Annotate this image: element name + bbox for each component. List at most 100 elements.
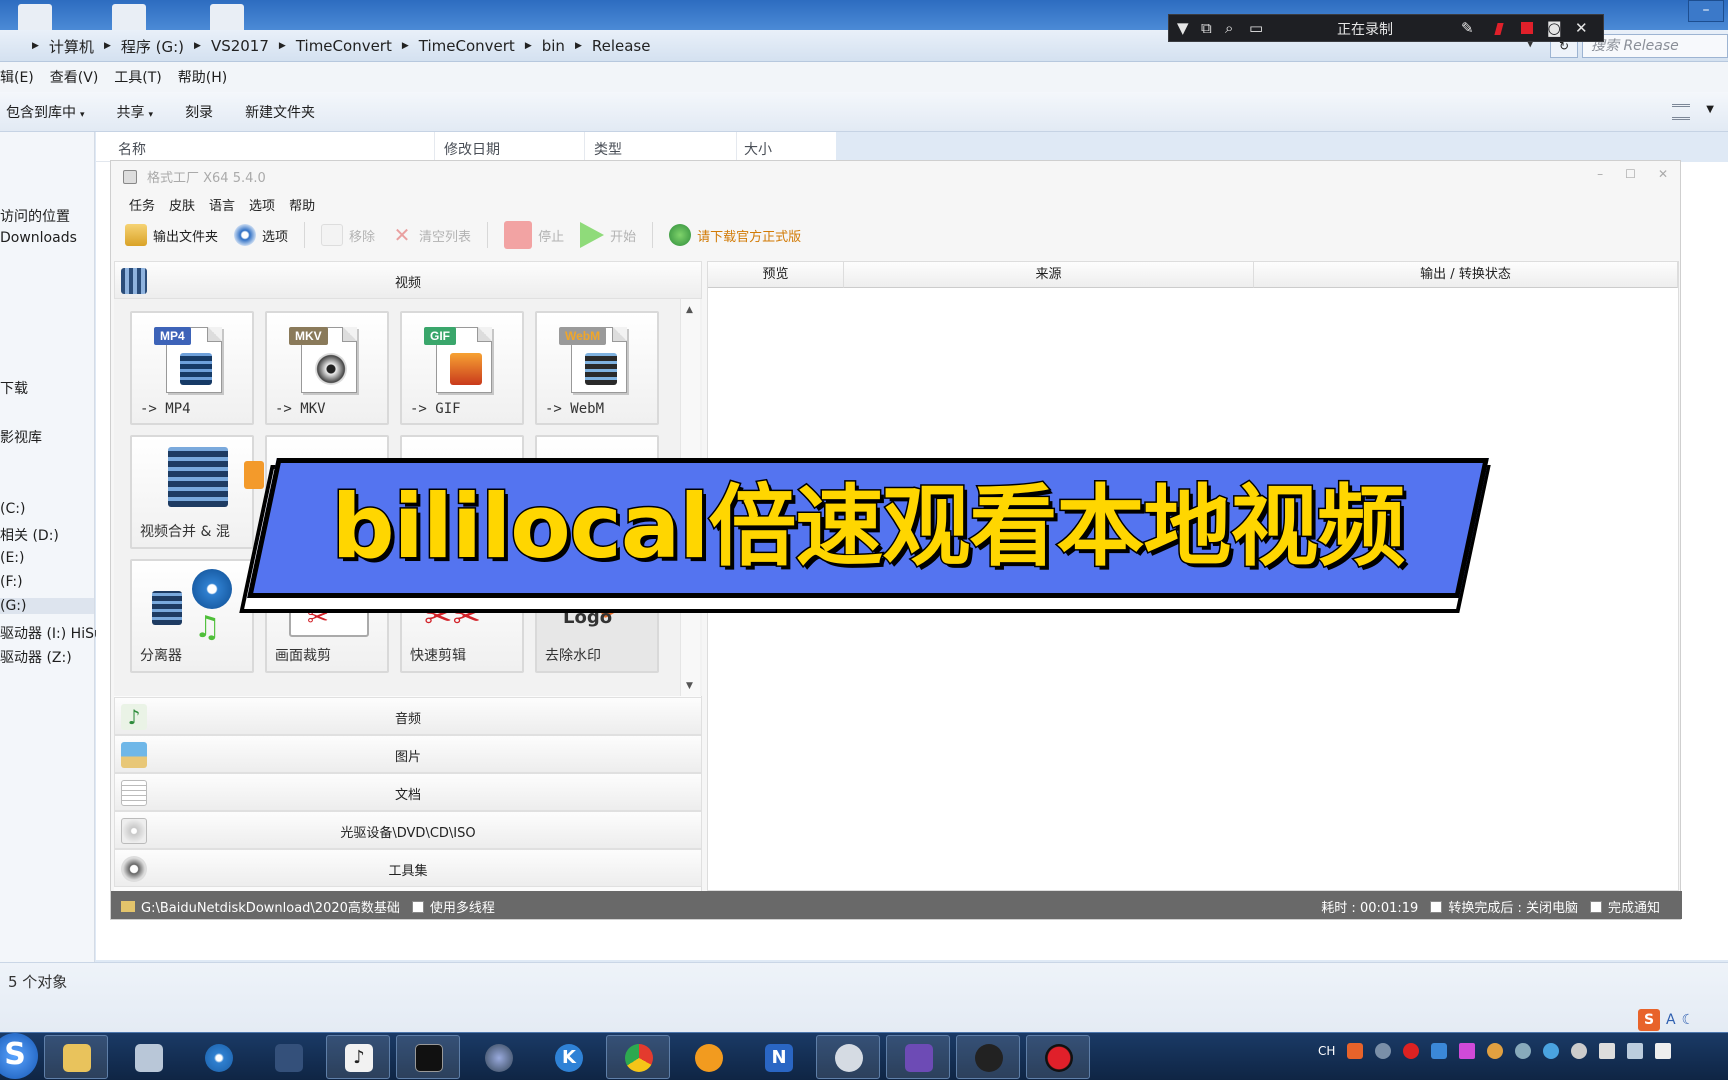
pause-icon[interactable] — [1494, 23, 1504, 35]
taskbar-visual-studio[interactable] — [886, 1035, 950, 1079]
tile-to-mp4[interactable]: MP4 -> MP4 — [130, 311, 254, 425]
tile-to-mkv[interactable]: MKV -> MKV — [265, 311, 389, 425]
taskbar-explorer[interactable] — [44, 1035, 108, 1079]
chevron-right-icon[interactable]: ▶ — [104, 41, 111, 51]
nav-item-downloads[interactable]: Downloads — [0, 230, 77, 246]
tray-icon[interactable] — [1487, 1043, 1504, 1059]
download-official-link[interactable]: 请下载官方正式版 — [669, 224, 801, 246]
taskbar-format-factory-active[interactable] — [816, 1035, 880, 1079]
clear-list-button[interactable]: ✕ 清空列表 — [391, 224, 471, 246]
shield-icon[interactable] — [1431, 1043, 1448, 1059]
column-preview[interactable]: 预览 — [708, 262, 844, 288]
remove-button[interactable]: 移除 — [321, 224, 375, 246]
taskbar-app[interactable] — [256, 1035, 320, 1079]
bluetooth-icon[interactable] — [1515, 1043, 1532, 1059]
language-indicator[interactable]: CH — [1318, 1044, 1335, 1058]
chevron-right-icon[interactable]: ▶ — [525, 41, 532, 51]
column-name[interactable]: 名称 — [118, 139, 146, 159]
category-disc[interactable]: 光驱设备\DVD\CD\ISO — [114, 811, 702, 849]
taskbar-app[interactable] — [676, 1035, 740, 1079]
breadcrumb-item[interactable]: Release — [592, 37, 651, 55]
pen-icon[interactable]: ✎ — [1461, 19, 1474, 37]
menu-skin[interactable]: 皮肤 — [169, 195, 195, 214]
taskbar-n-app[interactable]: N — [746, 1035, 810, 1079]
taskbar-recorder[interactable] — [1026, 1035, 1090, 1079]
ime-toolbar[interactable]: S A ☾ — [1638, 1009, 1694, 1031]
tile-to-webm[interactable]: WebM -> WebM — [535, 311, 659, 425]
chevron-right-icon[interactable]: ▶ — [279, 41, 286, 51]
tile-splitter[interactable]: ♫ 分离器 — [130, 559, 254, 673]
stop-record-button[interactable] — [1521, 22, 1533, 34]
nav-item-drive-e[interactable]: (E:) — [0, 550, 25, 566]
taskbar-music[interactable]: ♪ — [326, 1035, 390, 1079]
chevron-right-icon[interactable]: ▶ — [575, 41, 582, 51]
nav-item-drive-i[interactable]: 驱动器 (I:) HiSu — [0, 623, 103, 643]
close-icon[interactable]: ✕ — [1575, 19, 1588, 37]
nav-item-drive-z[interactable]: 驱动器 (Z:) — [0, 647, 72, 667]
close-button[interactable]: ✕ — [1658, 167, 1668, 181]
breadcrumb-item[interactable]: 程序 (G:) — [121, 36, 184, 57]
arrow-icon[interactable] — [1459, 1043, 1476, 1059]
zoom-icon[interactable]: ⌕ — [1225, 19, 1233, 37]
column-output-status[interactable]: 输出 / 转换状态 — [1254, 262, 1678, 288]
taskbar-format-factory[interactable] — [186, 1035, 250, 1079]
breadcrumb-item[interactable]: bin — [542, 37, 565, 55]
start-button[interactable]: S — [0, 1033, 38, 1079]
view-options-icon[interactable] — [1672, 104, 1690, 120]
minimize-button[interactable]: – — [1597, 167, 1603, 181]
category-toolset[interactable]: 工具集 — [114, 849, 702, 887]
breadcrumb-item[interactable]: TimeConvert — [296, 37, 392, 55]
menu-task[interactable]: 任务 — [129, 195, 155, 214]
shutdown-after-checkbox[interactable] — [1430, 900, 1443, 913]
taskbar-qq[interactable] — [956, 1035, 1020, 1079]
taskbar-calculator[interactable] — [116, 1035, 180, 1079]
taskbar-k-app[interactable]: K — [536, 1035, 600, 1079]
new-folder-button[interactable]: 新建文件夹 — [245, 102, 315, 122]
share-button[interactable]: 共享 ▾ — [117, 102, 154, 122]
network-share-icon[interactable] — [1543, 1043, 1560, 1059]
multithread-checkbox[interactable] — [411, 900, 424, 913]
nav-item-download[interactable]: 下载 — [0, 378, 28, 398]
column-date[interactable]: 修改日期 — [444, 139, 500, 159]
taskbar-chrome[interactable] — [606, 1035, 670, 1079]
menu-options[interactable]: 选项 — [249, 195, 275, 214]
column-type[interactable]: 类型 — [594, 139, 622, 159]
breadcrumb-item[interactable]: VS2017 — [211, 37, 269, 55]
menu-help[interactable]: 帮助 — [289, 195, 315, 214]
column-size[interactable]: 大小 — [744, 139, 772, 159]
category-image[interactable]: 图片 — [114, 735, 702, 773]
minimize-button[interactable]: – — [1688, 0, 1724, 22]
category-video[interactable]: 视频 — [114, 261, 702, 299]
scroll-up-icon[interactable]: ▲ — [686, 305, 693, 315]
output-folder-button[interactable]: 输出文件夹 — [125, 224, 218, 246]
window-icon[interactable]: ⧉ — [1201, 19, 1212, 37]
menu-edit[interactable]: 辑(E) — [0, 67, 34, 87]
folder-icon[interactable] — [121, 901, 135, 912]
region-icon[interactable]: ▭ — [1249, 19, 1263, 37]
include-in-library-button[interactable]: 包含到库中 ▾ — [6, 102, 85, 122]
chevron-right-icon[interactable]: ▶ — [402, 41, 409, 51]
tile-to-gif[interactable]: GIF -> GIF — [400, 311, 524, 425]
camera-icon[interactable]: ◙ — [1547, 19, 1562, 37]
signal-icon[interactable] — [1627, 1043, 1644, 1059]
sogou-ime-icon[interactable]: S — [1638, 1009, 1660, 1031]
tray-icon[interactable] — [1571, 1043, 1588, 1059]
volume-icon[interactable] — [1655, 1043, 1672, 1059]
burn-button[interactable]: 刻录 — [185, 102, 213, 122]
column-source[interactable]: 来源 — [844, 262, 1254, 288]
tray-icon[interactable] — [1375, 1043, 1392, 1059]
output-path[interactable]: G:\BaiduNetdiskDownload\2020高数基础 — [141, 897, 400, 916]
caret-down-icon[interactable]: ▼ — [1706, 104, 1714, 115]
sogou-icon[interactable] — [1347, 1043, 1364, 1059]
menu-view[interactable]: 查看(V) — [50, 67, 99, 87]
options-button[interactable]: 选项 — [234, 224, 288, 246]
battery-icon[interactable] — [1599, 1043, 1616, 1059]
moon-icon[interactable]: ☾ — [1682, 1012, 1695, 1028]
start-button[interactable]: 开始 — [580, 222, 636, 248]
nav-item-recent-places[interactable]: 访问的位置 — [0, 206, 70, 226]
taskbar-terminal[interactable] — [396, 1035, 460, 1079]
menu-language[interactable]: 语言 — [209, 195, 235, 214]
record-tray-icon[interactable] — [1403, 1043, 1420, 1059]
taskbar-app[interactable] — [466, 1035, 530, 1079]
tile-video-merge[interactable]: 视频合并 & 混 — [130, 435, 264, 549]
